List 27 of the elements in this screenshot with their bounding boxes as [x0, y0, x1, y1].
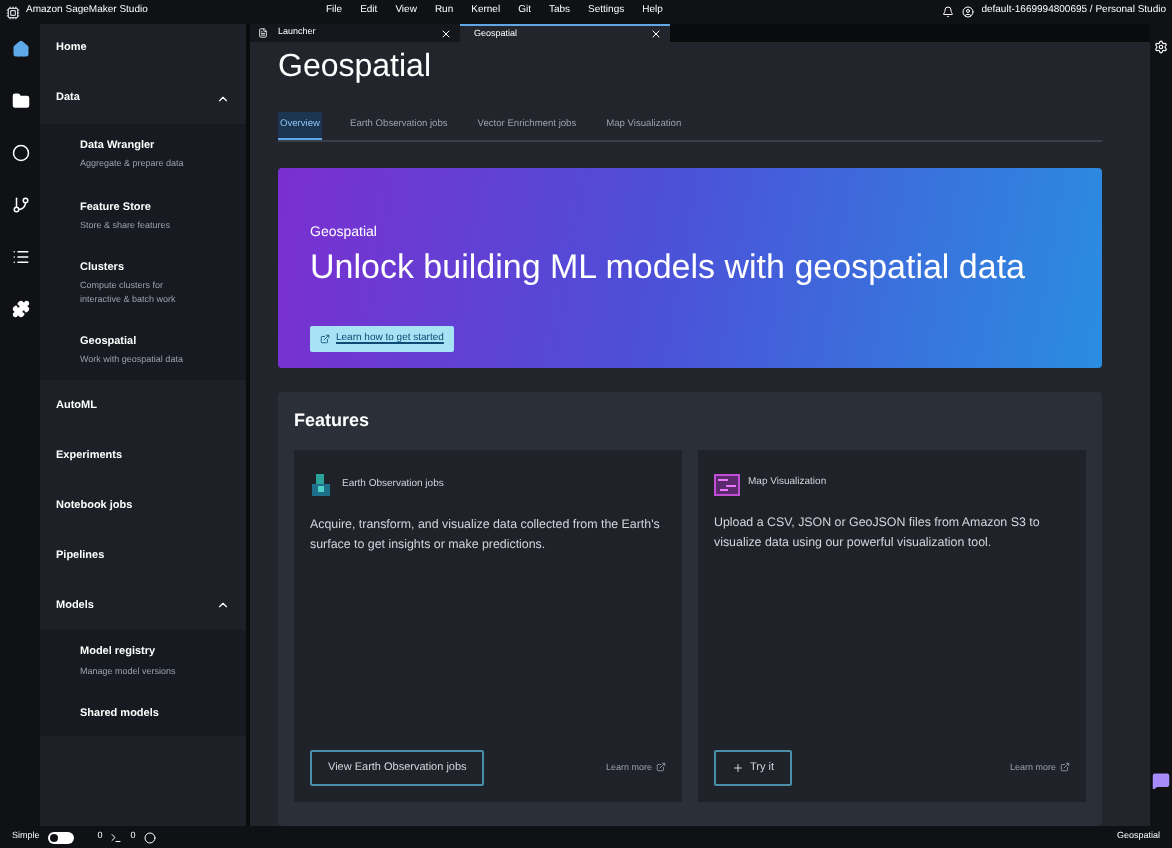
chevron-icon[interactable]: [216, 598, 230, 613]
chevron-icon[interactable]: [216, 92, 230, 106]
features-heading: Features: [294, 408, 372, 435]
external-link-icon: [320, 333, 330, 344]
puzzle-icon[interactable]: [11, 300, 29, 318]
external-link-icon: [1060, 762, 1070, 773]
satellite-icon: [310, 473, 334, 498]
simple-toggle[interactable]: [47, 831, 74, 843]
app-logo-icon: [6, 5, 20, 19]
close-icon[interactable]: [650, 28, 662, 40]
settings-icon[interactable]: [1154, 40, 1168, 54]
list-icon[interactable]: [11, 248, 29, 266]
circle-icon[interactable]: [11, 144, 29, 162]
launcher-icon: [258, 28, 268, 38]
map-icon: [714, 473, 740, 496]
folder-icon[interactable]: [11, 92, 29, 110]
git-icon[interactable]: [11, 196, 29, 214]
page-title: Geospatial: [278, 48, 433, 88]
chat-icon[interactable]: [1152, 772, 1170, 790]
hero-headline: Unlock building ML models with geospatial data: [310, 245, 1028, 290]
kernel-icon: [143, 831, 156, 843]
home-icon[interactable]: [11, 40, 29, 58]
external-link-icon: [656, 762, 666, 773]
user-icon[interactable]: [961, 6, 974, 18]
plus-icon: [732, 761, 744, 774]
notification-icon[interactable]: [941, 6, 954, 18]
close-icon[interactable]: [440, 27, 452, 39]
